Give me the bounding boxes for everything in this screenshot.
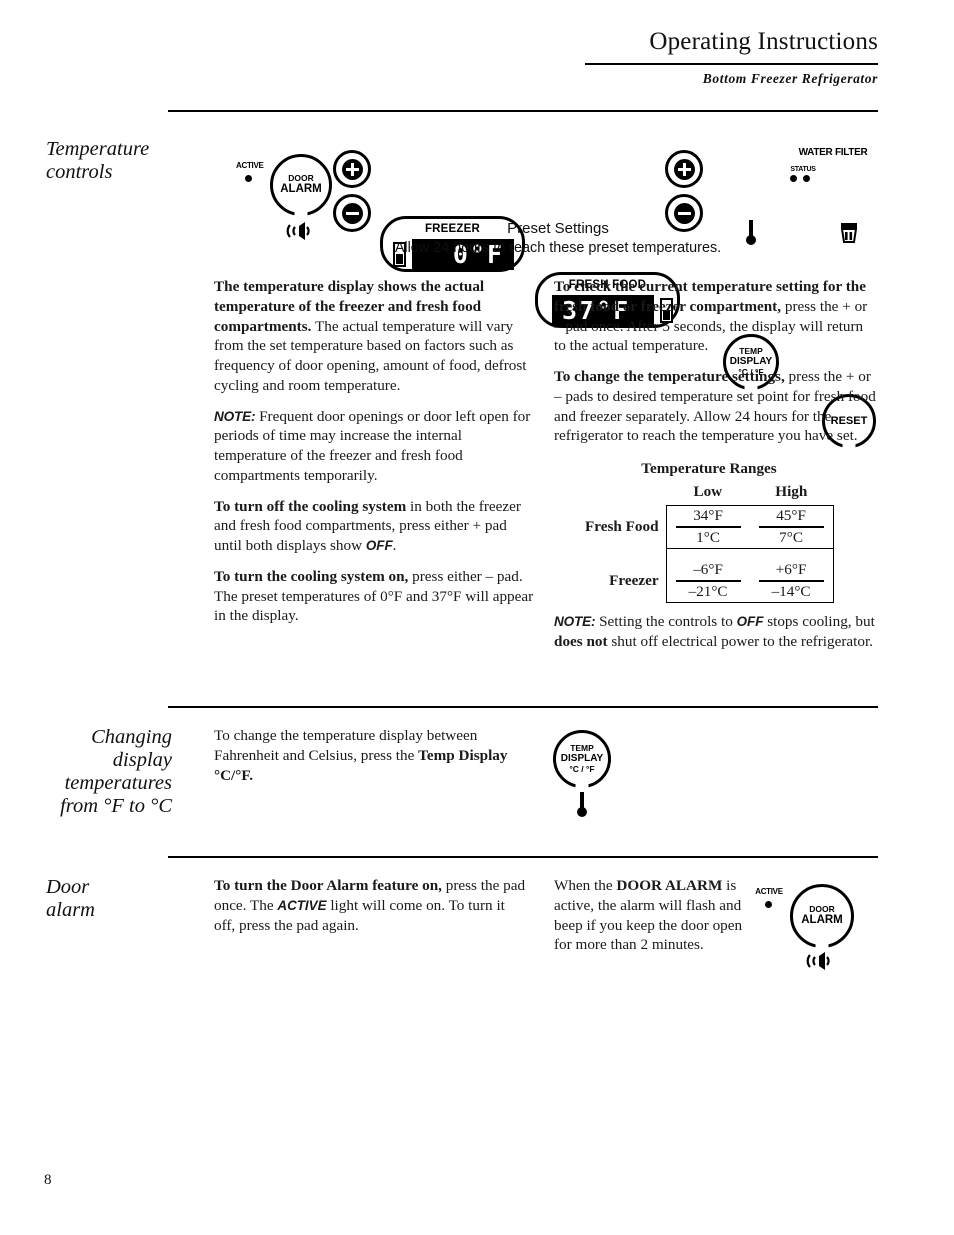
column-header-high: High <box>775 483 808 500</box>
page-title: Operating Instructions <box>649 28 878 55</box>
freezer-plus-pad[interactable] <box>333 150 371 188</box>
fresh-food-low-f: 34°F <box>675 507 741 528</box>
temp-display-line1: TEMP <box>570 742 594 753</box>
door-right-part1: When the <box>554 877 617 894</box>
door-alarm-line1: DOOR <box>809 903 835 914</box>
freezer-low-c: –21°C <box>688 583 728 600</box>
temp-display-button[interactable]: TEMP DISPLAY °C / °F <box>553 730 611 788</box>
cell-fresh-food-low: 34°F 1°C <box>665 505 750 549</box>
note-off-paragraph: NOTE: Setting the controls to OFF stops … <box>554 612 879 652</box>
active-indicator-dot <box>245 175 252 182</box>
header-subtitle: Bottom Freezer Refrigerator <box>702 71 878 86</box>
note-label: NOTE: <box>214 408 256 424</box>
temp-display-line2: DISPLAY <box>560 753 604 765</box>
freezer-high-f: +6°F <box>758 561 824 582</box>
active-indicator-label: ACTIVE <box>236 161 264 170</box>
p2-rest: Frequent door openings or door left open… <box>214 407 531 484</box>
preset-settings-caption: Preset Settings <box>507 220 609 237</box>
changing-display-body: To change the temperature display betwee… <box>214 726 526 785</box>
freezer-high-c: –14°C <box>771 583 811 600</box>
paragraph-turn-on-cooling: To turn the cooling system on, press eit… <box>214 567 536 626</box>
cell-freezer-low: –6°F –21°C <box>665 560 750 603</box>
speaker-sound-icon <box>805 952 839 975</box>
note-part2: stops cooling, but <box>763 613 875 630</box>
temp-display-line3: °C / °F <box>569 763 595 774</box>
divider-middle-1 <box>168 706 878 709</box>
temp-display-button-illustration: TEMP DISPLAY °C / °F <box>549 730 625 817</box>
door-alarm-line2: ALARM <box>801 914 843 927</box>
off-label: OFF <box>365 538 393 553</box>
paragraph-display-shows-actual: The temperature display shows the actual… <box>214 277 536 396</box>
fresh-food-low-c: 1°C <box>696 529 720 546</box>
panel-caption: Preset Settings Allow 24 hours to reach … <box>228 220 888 257</box>
column-header-low: Low <box>693 483 723 500</box>
active-label: ACTIVE <box>277 897 327 913</box>
door-alarm-button-illustration: ACTIVE DOOR ALARM <box>752 884 872 974</box>
fresh-food-high-c: 7°C <box>779 529 803 546</box>
temperature-ranges-block: Temperature Ranges Low High Fresh Food 3… <box>554 460 876 603</box>
table-row: Freezer –6°F –21°C +6°F –14°C <box>584 560 834 603</box>
row-label-freezer: Freezer <box>609 572 659 590</box>
section-heading-door-alarm: Door alarm <box>46 876 95 921</box>
fresh-food-plus-pad[interactable] <box>665 150 703 188</box>
divider-top <box>168 110 878 113</box>
table-row: Fresh Food 34°F 1°C 45°F 7°C <box>584 505 834 549</box>
active-indicator-dot <box>765 901 772 908</box>
p3-end: . <box>392 537 397 554</box>
plus-glyph <box>673 158 695 180</box>
section-heading-temperature-controls: Temperature controls <box>46 138 150 183</box>
p4-bold: To turn the cooling system on, <box>214 567 409 585</box>
door-alarm-button[interactable]: DOOR ALARM <box>790 884 854 948</box>
paragraph-turn-off-cooling: To turn off the cooling system in both t… <box>214 497 536 556</box>
table-spacer-row <box>584 548 834 560</box>
table-header-row: Low High <box>584 483 833 506</box>
off-label: OFF <box>736 614 764 629</box>
note-part1: Setting the controls to <box>595 613 737 630</box>
door-right-bold: DOOR ALARM <box>616 877 723 894</box>
note-label: NOTE: <box>554 614 596 629</box>
door-alarm-left-column: To turn the Door Alarm feature on, press… <box>214 876 529 935</box>
door-alarm-right-column: When the DOOR ALARM is active, the alarm… <box>554 876 754 955</box>
plus-glyph <box>341 158 363 180</box>
freezer-low-f: –6°F <box>675 561 741 582</box>
door-alarm-line1: DOOR <box>288 172 314 183</box>
water-filter-title: WATER FILTER <box>798 147 868 158</box>
temperature-controls-left-column: The temperature display shows the actual… <box>214 277 536 626</box>
cell-freezer-high: +6°F –14°C <box>749 560 834 603</box>
header-rule <box>585 62 878 65</box>
water-filter-status-dot-2 <box>803 175 810 182</box>
door-alarm-button[interactable]: DOOR ALARM <box>270 154 332 216</box>
paragraph-door-alarm-active: When the DOOR ALARM is active, the alarm… <box>554 876 754 955</box>
page-header: Operating Instructions Bottom Freezer Re… <box>168 28 878 87</box>
temperature-ranges-table: Low High Fresh Food 34°F 1°C 45°F 7°C Fr… <box>584 483 834 603</box>
paragraph-change-display-units: To change the temperature display betwee… <box>214 726 526 785</box>
water-filter-status-dot-1 <box>790 175 797 182</box>
p3-bold: To turn off the cooling system <box>214 497 407 515</box>
fresh-food-high-f: 45°F <box>758 507 824 528</box>
thermometer-icon <box>576 792 588 823</box>
active-indicator-label: ACTIVE <box>755 887 783 896</box>
note-bold: does not <box>554 632 608 650</box>
section-heading-changing-display: Changing display temperatures from °F to… <box>60 726 172 817</box>
paragraph-change-settings: To change the temperature settings, pres… <box>554 367 876 446</box>
row-label-fresh-food: Fresh Food <box>585 518 659 535</box>
temperature-ranges-title: Temperature Ranges <box>641 460 777 477</box>
door-alarm-line2: ALARM <box>280 183 322 196</box>
divider-middle-2 <box>168 856 878 859</box>
page-number: 8 <box>44 1172 52 1188</box>
door-left-bold: To turn the Door Alarm feature on, <box>214 877 442 894</box>
r2-bold: To change the temperature settings, <box>554 368 785 385</box>
paragraph-note-door-openings: NOTE: Frequent door openings or door lef… <box>214 407 536 486</box>
cell-fresh-food-high: 45°F 7°C <box>749 505 834 549</box>
paragraph-check-current-setting: To check the current temperature setting… <box>554 277 876 356</box>
temperature-controls-right-column: To check the current temperature setting… <box>554 277 876 446</box>
paragraph-turn-door-alarm-on: To turn the Door Alarm feature on, press… <box>214 876 529 935</box>
note-part3: shut off electrical power to the refrige… <box>607 632 873 650</box>
water-filter-status-label: STATUS <box>790 166 816 173</box>
preset-settings-note: Allow 24 hours to reach these preset tem… <box>394 239 722 256</box>
